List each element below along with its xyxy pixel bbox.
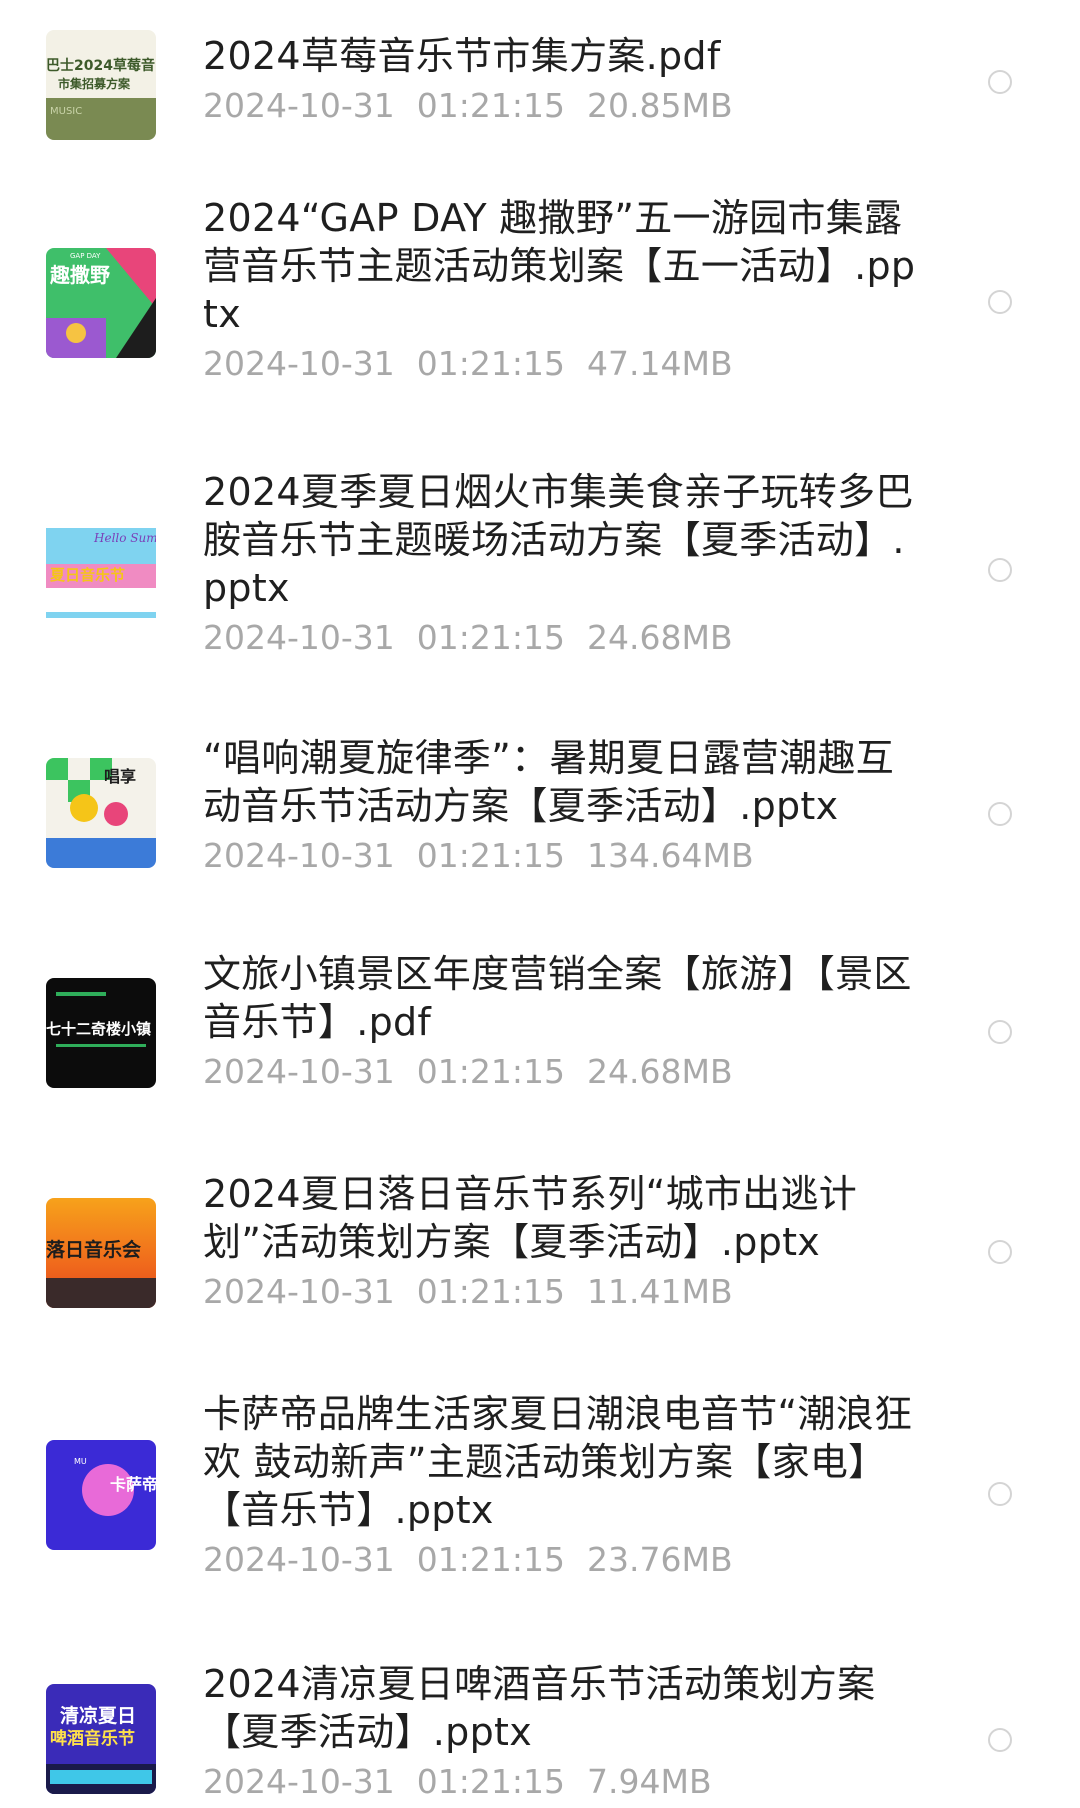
file-meta: 2024-10-31 01:21:15 24.68MB	[203, 618, 923, 658]
file-size: 20.85MB	[587, 86, 733, 125]
file-size: 23.76MB	[587, 1540, 733, 1579]
thumb-text: 卡萨帝	[110, 1475, 156, 1494]
file-date: 2024-10-31	[203, 86, 395, 125]
thumb-text: 唱享	[104, 767, 136, 786]
file-size: 7.94MB	[587, 1762, 712, 1801]
file-time: 01:21:15	[416, 1540, 565, 1579]
file-time: 01:21:15	[416, 618, 565, 657]
thumb-text: 清凉夏日	[60, 1704, 136, 1727]
file-date: 2024-10-31	[203, 618, 395, 657]
summer-melody-thumbnail: 唱享	[46, 758, 156, 868]
file-meta: 2024-10-31 01:21:15 24.68MB	[203, 1052, 923, 1092]
select-radio[interactable]	[988, 70, 1012, 94]
select-radio[interactable]	[988, 1240, 1012, 1264]
file-name: 2024草莓音乐节市集方案.pdf	[203, 34, 721, 78]
file-name: 2024清凉夏日啤酒音乐节活动策划方案【夏季活动】.pptx	[203, 1662, 876, 1754]
strawberry-festival-thumbnail: 巴士2024草莓音 市集招募方案 MUSIC	[46, 30, 156, 140]
file-time: 01:21:15	[416, 86, 565, 125]
select-radio[interactable]	[988, 290, 1012, 314]
file-name: 卡萨帝品牌生活家夏日潮浪电音节“潮浪狂欢 鼓动新声”主题活动策划方案【家电】【音…	[203, 1392, 913, 1532]
file-meta: 2024-10-31 01:21:15 7.94MB	[203, 1762, 923, 1802]
select-radio[interactable]	[988, 802, 1012, 826]
file-time: 01:21:15	[416, 1272, 565, 1311]
file-size: 11.41MB	[587, 1272, 733, 1311]
file-name: 2024夏季夏日烟火市集美食亲子玩转多巴胺音乐节主题暖场活动方案【夏季活动】.p…	[203, 470, 914, 610]
thumb-text: Hello Summer	[93, 531, 156, 545]
file-name: 2024“GAP DAY 趣撒野”五一游园市集露营音乐节主题活动策划案【五一活动…	[203, 196, 916, 336]
select-radio[interactable]	[988, 558, 1012, 582]
file-time: 01:21:15	[416, 1762, 565, 1801]
thumb-text: 市集招募方案	[58, 76, 131, 91]
file-meta: 2024-10-31 01:21:15 11.41MB	[203, 1272, 923, 1312]
file-date: 2024-10-31	[203, 1540, 395, 1579]
file-date: 2024-10-31	[203, 836, 395, 875]
file-name: “唱响潮夏旋律季”：暑期夏日露营潮趣互动音乐节活动方案【夏季活动】.pptx	[203, 736, 895, 828]
file-size: 47.14MB	[587, 344, 733, 383]
file-time: 01:21:15	[416, 1052, 565, 1091]
select-radio[interactable]	[988, 1728, 1012, 1752]
file-date: 2024-10-31	[203, 1052, 395, 1091]
file-name: 文旅小镇景区年度营销全案【旅游】【景区音乐节】.pdf	[203, 952, 912, 1044]
gap-day-thumbnail: 趣撒野 GAP DAY	[46, 248, 156, 358]
file-meta: 2024-10-31 01:21:15 23.76MB	[203, 1540, 923, 1580]
thumb-text: 七十二奇楼小镇	[46, 1020, 151, 1038]
file-date: 2024-10-31	[203, 1762, 395, 1801]
file-size: 24.68MB	[587, 1052, 733, 1091]
thumb-text: GAP DAY	[70, 252, 101, 260]
sunset-festival-thumbnail: 落日音乐会	[46, 1198, 156, 1308]
thumb-text: 巴士2024草莓音	[46, 57, 155, 74]
thumb-text: 趣撒野	[49, 263, 110, 287]
file-size: 24.68MB	[587, 618, 733, 657]
summer-fireworks-thumbnail: Hello Summer 夏日音乐节	[46, 516, 156, 626]
thumb-text: 落日音乐会	[46, 1238, 141, 1261]
thumb-text: MU	[74, 1457, 87, 1466]
file-time: 01:21:15	[416, 344, 565, 383]
file-date: 2024-10-31	[203, 1272, 395, 1311]
file-meta: 2024-10-31 01:21:15 20.85MB	[203, 86, 923, 126]
file-list: 巴士2024草莓音 市集招募方案 MUSIC 2024草莓音乐节市集方案.pdf…	[0, 0, 1080, 1808]
scenic-town-thumbnail: 七十二奇楼小镇	[46, 978, 156, 1088]
file-meta: 2024-10-31 01:21:15 47.14MB	[203, 344, 923, 384]
file-date: 2024-10-31	[203, 344, 395, 383]
beer-festival-thumbnail: 清凉夏日 啤酒音乐节	[46, 1684, 156, 1794]
thumb-text: MUSIC	[50, 106, 82, 117]
casarte-thumbnail: 卡萨帝 MU	[46, 1440, 156, 1550]
select-radio[interactable]	[988, 1020, 1012, 1044]
thumb-text: 啤酒音乐节	[50, 1728, 135, 1749]
file-time: 01:21:15	[416, 836, 565, 875]
file-size: 134.64MB	[587, 836, 754, 875]
thumb-text: 夏日音乐节	[49, 566, 125, 584]
file-name: 2024夏日落日音乐节系列“城市出逃计划”活动策划方案【夏季活动】.pptx	[203, 1172, 858, 1264]
file-meta: 2024-10-31 01:21:15 134.64MB	[203, 836, 923, 876]
select-radio[interactable]	[988, 1482, 1012, 1506]
